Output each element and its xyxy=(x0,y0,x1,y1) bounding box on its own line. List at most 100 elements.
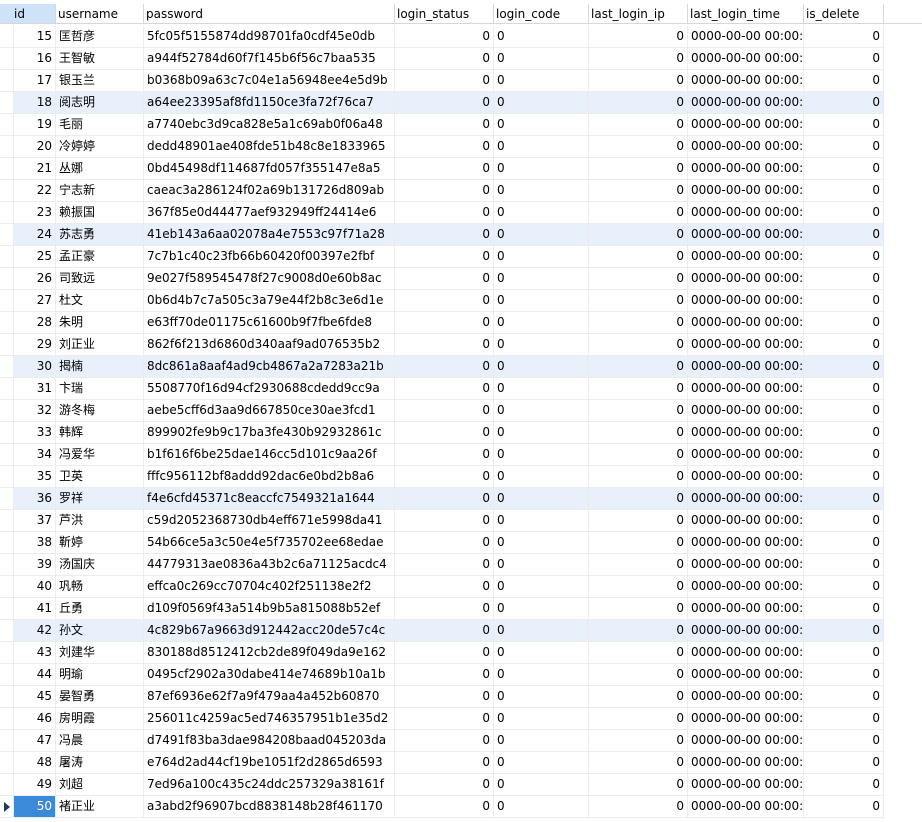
row-selector[interactable] xyxy=(0,312,14,334)
cell-is-delete[interactable]: 0 xyxy=(804,510,884,532)
cell-password[interactable]: 8dc861a8aaf4ad9cb4867a2a7283a21b xyxy=(144,356,395,378)
table-row[interactable]: 16 王智敏 a944f52784d60f7f145b6f56c7baa535 0 0 0… xyxy=(0,48,884,70)
cell-id[interactable]: 38 xyxy=(14,532,56,554)
cell-login-status[interactable]: 0 xyxy=(395,400,494,422)
row-selector[interactable] xyxy=(0,92,14,114)
cell-login-code[interactable]: 0 xyxy=(494,510,589,532)
cell-is-delete[interactable]: 0 xyxy=(804,620,884,642)
cell-id[interactable]: 22 xyxy=(14,180,56,202)
cell-is-delete[interactable]: 0 xyxy=(804,422,884,444)
cell-login-status[interactable]: 0 xyxy=(395,48,494,70)
cell-login-status[interactable]: 0 xyxy=(395,70,494,92)
cell-login-status[interactable]: 0 xyxy=(395,444,494,466)
cell-last-login-time[interactable]: 0000-00-00 00:00:0 xyxy=(688,444,804,466)
cell-is-delete[interactable]: 0 xyxy=(804,576,884,598)
cell-login-status[interactable]: 0 xyxy=(395,378,494,400)
column-header-last-login-time[interactable]: last_login_time xyxy=(688,4,804,24)
row-selector[interactable] xyxy=(0,620,14,642)
cell-password[interactable]: aebe5cff6d3aa9d667850ce30ae3fcd1 xyxy=(144,400,395,422)
cell-last-login-time[interactable]: 0000-00-00 00:00:0 xyxy=(688,312,804,334)
cell-is-delete[interactable]: 0 xyxy=(804,774,884,796)
row-selector[interactable] xyxy=(0,400,14,422)
cell-last-login-ip[interactable]: 0 xyxy=(589,796,688,818)
table-row[interactable]: 44 明瑜 0495cf2902a30dabe414e74689b10a1b 0 0 0 0… xyxy=(0,664,884,686)
cell-id[interactable]: 30 xyxy=(14,356,56,378)
cell-login-code[interactable]: 0 xyxy=(494,246,589,268)
cell-last-login-ip[interactable]: 0 xyxy=(589,422,688,444)
cell-is-delete[interactable]: 0 xyxy=(804,642,884,664)
cell-id[interactable]: 49 xyxy=(14,774,56,796)
cell-password[interactable]: 7ed96a100c435c24ddc257329a38161f xyxy=(144,774,395,796)
cell-login-status[interactable]: 0 xyxy=(395,466,494,488)
cell-last-login-ip[interactable]: 0 xyxy=(589,312,688,334)
cell-password[interactable]: 0b6d4b7c7a505c3a79e44f2b8c3e6d1e xyxy=(144,290,395,312)
cell-is-delete[interactable]: 0 xyxy=(804,400,884,422)
cell-is-delete[interactable]: 0 xyxy=(804,378,884,400)
cell-is-delete[interactable]: 0 xyxy=(804,752,884,774)
cell-login-status[interactable]: 0 xyxy=(395,422,494,444)
cell-id[interactable]: 20 xyxy=(14,136,56,158)
table-row[interactable]: 45 晏智勇 87ef6936e62f7a9f479aa4a452b60870 0 0 0… xyxy=(0,686,884,708)
row-selector[interactable] xyxy=(0,246,14,268)
cell-id[interactable]: 47 xyxy=(14,730,56,752)
cell-id[interactable]: 17 xyxy=(14,70,56,92)
table-row[interactable]: 36 罗祥 f4e6cfd45371c8eaccfc7549321a1644 0 0 0 0… xyxy=(0,488,884,510)
cell-password[interactable]: 830188d8512412cb2de89f049da9e162 xyxy=(144,642,395,664)
row-selector[interactable] xyxy=(0,26,14,48)
cell-username[interactable]: 巩畅 xyxy=(56,576,144,598)
table-row[interactable]: 18 阅志明 a64ee23395af8fd1150ce3fa72f76ca7 0 0 0… xyxy=(0,92,884,114)
table-row[interactable]: 34 冯爱华 b1f616f6be25dae146cc5d101c9aa26f 0 0 0… xyxy=(0,444,884,466)
cell-last-login-time[interactable]: 0000-00-00 00:00:0 xyxy=(688,334,804,356)
cell-username[interactable]: 游冬梅 xyxy=(56,400,144,422)
cell-last-login-ip[interactable]: 0 xyxy=(589,158,688,180)
cell-last-login-time[interactable]: 0000-00-00 00:00:0 xyxy=(688,356,804,378)
cell-id[interactable]: 34 xyxy=(14,444,56,466)
cell-password[interactable]: a944f52784d60f7f145b6f56c7baa535 xyxy=(144,48,395,70)
cell-login-code[interactable]: 0 xyxy=(494,224,589,246)
cell-last-login-time[interactable]: 0000-00-00 00:00:0 xyxy=(688,554,804,576)
cell-password[interactable]: a7740ebc3d9ca828e5a1c69ab0f06a48 xyxy=(144,114,395,136)
row-selector[interactable] xyxy=(0,334,14,356)
cell-password[interactable]: 899902fe9b9c17ba3fe430b92932861c xyxy=(144,422,395,444)
cell-username[interactable]: 阅志明 xyxy=(56,92,144,114)
row-selector[interactable] xyxy=(0,774,14,796)
cell-id[interactable]: 21 xyxy=(14,158,56,180)
cell-password[interactable]: b1f616f6be25dae146cc5d101c9aa26f xyxy=(144,444,395,466)
cell-password[interactable]: b0368b09a63c7c04e1a56948ee4e5d9b xyxy=(144,70,395,92)
cell-id[interactable]: 24 xyxy=(14,224,56,246)
cell-login-code[interactable]: 0 xyxy=(494,26,589,48)
cell-last-login-time[interactable]: 0000-00-00 00:00:0 xyxy=(688,136,804,158)
cell-last-login-ip[interactable]: 0 xyxy=(589,532,688,554)
cell-login-code[interactable]: 0 xyxy=(494,92,589,114)
table-row[interactable]: 46 房明霞 256011c4259ac5ed746357951b1e35d2 0 0 0… xyxy=(0,708,884,730)
cell-password[interactable]: 7c7b1c40c23fb66b60420f00397e2fbf xyxy=(144,246,395,268)
cell-password[interactable]: 41eb143a6aa02078a4e7553c97f71a28 xyxy=(144,224,395,246)
cell-password[interactable]: 367f85e0d44477aef932949ff24414e6 xyxy=(144,202,395,224)
cell-last-login-ip[interactable]: 0 xyxy=(589,114,688,136)
cell-login-status[interactable]: 0 xyxy=(395,598,494,620)
cell-last-login-ip[interactable]: 0 xyxy=(589,26,688,48)
cell-last-login-time[interactable]: 0000-00-00 00:00:0 xyxy=(688,26,804,48)
row-selector[interactable] xyxy=(0,136,14,158)
cell-login-code[interactable]: 0 xyxy=(494,158,589,180)
cell-login-code[interactable]: 0 xyxy=(494,598,589,620)
cell-id[interactable]: 40 xyxy=(14,576,56,598)
cell-username[interactable]: 苏志勇 xyxy=(56,224,144,246)
cell-password[interactable]: 0bd45498df114687fd057f355147e8a5 xyxy=(144,158,395,180)
table-row[interactable]: 31 卞瑞 5508770f16d94cf2930688cdedd9cc9a 0 0 0 0… xyxy=(0,378,884,400)
table-row[interactable]: 27 杜文 0b6d4b7c7a505c3a79e44f2b8c3e6d1e 0 0 0 0… xyxy=(0,290,884,312)
cell-password[interactable]: 256011c4259ac5ed746357951b1e35d2 xyxy=(144,708,395,730)
cell-last-login-ip[interactable]: 0 xyxy=(589,774,688,796)
cell-last-login-ip[interactable]: 0 xyxy=(589,334,688,356)
cell-id[interactable]: 33 xyxy=(14,422,56,444)
cell-last-login-time[interactable]: 0000-00-00 00:00:0 xyxy=(688,422,804,444)
table-row[interactable]: 42 孙文 4c829b67a9663d912442acc20de57c4c 0 0 0 0… xyxy=(0,620,884,642)
table-row[interactable]: 39 汤国庆 44779313ae0836a43b2c6a71125acdc4 0 0 0… xyxy=(0,554,884,576)
cell-login-code[interactable]: 0 xyxy=(494,356,589,378)
cell-is-delete[interactable]: 0 xyxy=(804,48,884,70)
cell-last-login-time[interactable]: 0000-00-00 00:00:0 xyxy=(688,730,804,752)
table-row[interactable]: 40 巩畅 effca0c269cc70704c402f251138e2f2 0 0 0 0… xyxy=(0,576,884,598)
cell-last-login-time[interactable]: 0000-00-00 00:00:0 xyxy=(688,466,804,488)
cell-id[interactable]: 36 xyxy=(14,488,56,510)
cell-is-delete[interactable]: 0 xyxy=(804,290,884,312)
